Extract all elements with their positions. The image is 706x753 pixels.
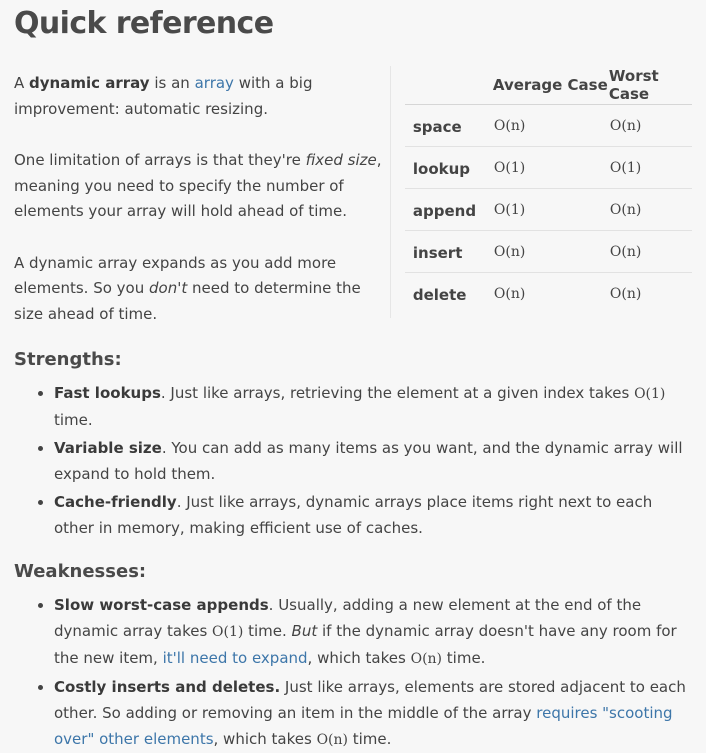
worst-cell: O(n): [608, 188, 692, 231]
table-row: append O(1) O(n): [404, 188, 692, 231]
list-item: Costly inserts and deletes. Just like ar…: [54, 674, 692, 753]
op-label: append: [404, 188, 493, 231]
weaknesses-list: Slow worst-case appends. Usually, adding…: [14, 592, 692, 753]
worst-cell: O(n): [608, 104, 692, 147]
intro-paragraph-2: One limitation of arrays is that they're…: [14, 148, 389, 225]
item-title: Cache-friendly: [54, 493, 177, 511]
text: . Just like arrays, retrieving the eleme…: [160, 384, 635, 402]
strengths-list: Fast lookups. Just like arrays, retrievi…: [14, 380, 692, 541]
text: time.: [347, 730, 392, 748]
table-row: delete O(n) O(n): [405, 273, 692, 315]
list-item: Slow worst-case appends. Usually, adding…: [54, 592, 692, 672]
op-label: space: [404, 104, 493, 147]
math: O(n): [316, 732, 348, 748]
complexity-table: Average Case Worst Case space O(n) O(n) …: [404, 66, 692, 315]
intro-paragraph-3: A dynamic array expands as you add more …: [14, 251, 389, 328]
math: O(1): [634, 386, 666, 402]
text: time.: [243, 622, 292, 640]
list-item: Variable size. You can add as many items…: [54, 435, 692, 487]
column-divider: [390, 66, 391, 318]
term-dynamic-array: dynamic array: [29, 74, 150, 92]
avg-cell: O(n): [492, 230, 609, 273]
op-label: insert: [404, 230, 493, 273]
text: , which takes: [307, 649, 411, 667]
strengths-heading: Strengths:: [14, 349, 122, 370]
op-label: lookup: [404, 146, 493, 189]
expand-link[interactable]: it'll need to expand: [163, 649, 308, 667]
math: O(n): [410, 651, 443, 667]
intro-text: A dynamic array is an array with a big i…: [14, 66, 389, 327]
avg-cell: O(n): [493, 286, 526, 302]
emphasis: But: [291, 622, 318, 640]
math: O(1): [212, 624, 244, 640]
text: time.: [54, 411, 93, 429]
item-title: Slow worst-case appends: [54, 596, 269, 614]
text: is an: [149, 74, 195, 92]
text: One limitation of arrays is that they're: [14, 151, 306, 169]
table-row: lookup O(1) O(1): [404, 146, 692, 189]
op-label: delete: [412, 285, 467, 304]
weaknesses-heading: Weaknesses:: [14, 561, 147, 582]
top-section: A dynamic array is an array with a big i…: [14, 66, 692, 327]
list-item: Fast lookups. Just like arrays, retrievi…: [54, 380, 692, 433]
avg-cell: O(1): [492, 188, 609, 231]
avg-cell: O(n): [492, 104, 609, 147]
complexity-table-wrap: Average Case Worst Case space O(n) O(n) …: [404, 66, 692, 327]
array-link[interactable]: array: [195, 74, 234, 92]
list-item: Cache-friendly. Just like arrays, dynami…: [54, 489, 692, 541]
intro-paragraph-1: A dynamic array is an array with a big i…: [14, 71, 389, 122]
text: , which takes: [213, 730, 317, 748]
quick-reference-page: Quick reference A dynamic array is an ar…: [0, 0, 706, 748]
worst-cell: O(n): [608, 230, 692, 273]
table-header-average: Average Case: [492, 66, 609, 105]
table-header-blank: [404, 66, 493, 105]
table-row: space O(n) O(n): [404, 104, 692, 147]
table-header-row: Average Case Worst Case: [404, 66, 692, 105]
item-title: Fast lookups: [54, 384, 161, 402]
avg-cell: O(1): [492, 146, 609, 189]
page-title: Quick reference: [14, 6, 274, 41]
table-row: insert O(n) O(n): [404, 230, 692, 273]
text: A: [14, 74, 30, 92]
text: time.: [442, 649, 486, 667]
item-title: Variable size: [54, 439, 162, 457]
emphasis: don't: [149, 279, 188, 297]
worst-cell: O(n): [609, 286, 642, 302]
worst-cell: O(1): [608, 146, 692, 189]
emphasis: fixed size: [305, 151, 377, 169]
item-title: Costly inserts and deletes.: [54, 678, 281, 696]
table-header-worst: Worst Case: [608, 66, 692, 105]
